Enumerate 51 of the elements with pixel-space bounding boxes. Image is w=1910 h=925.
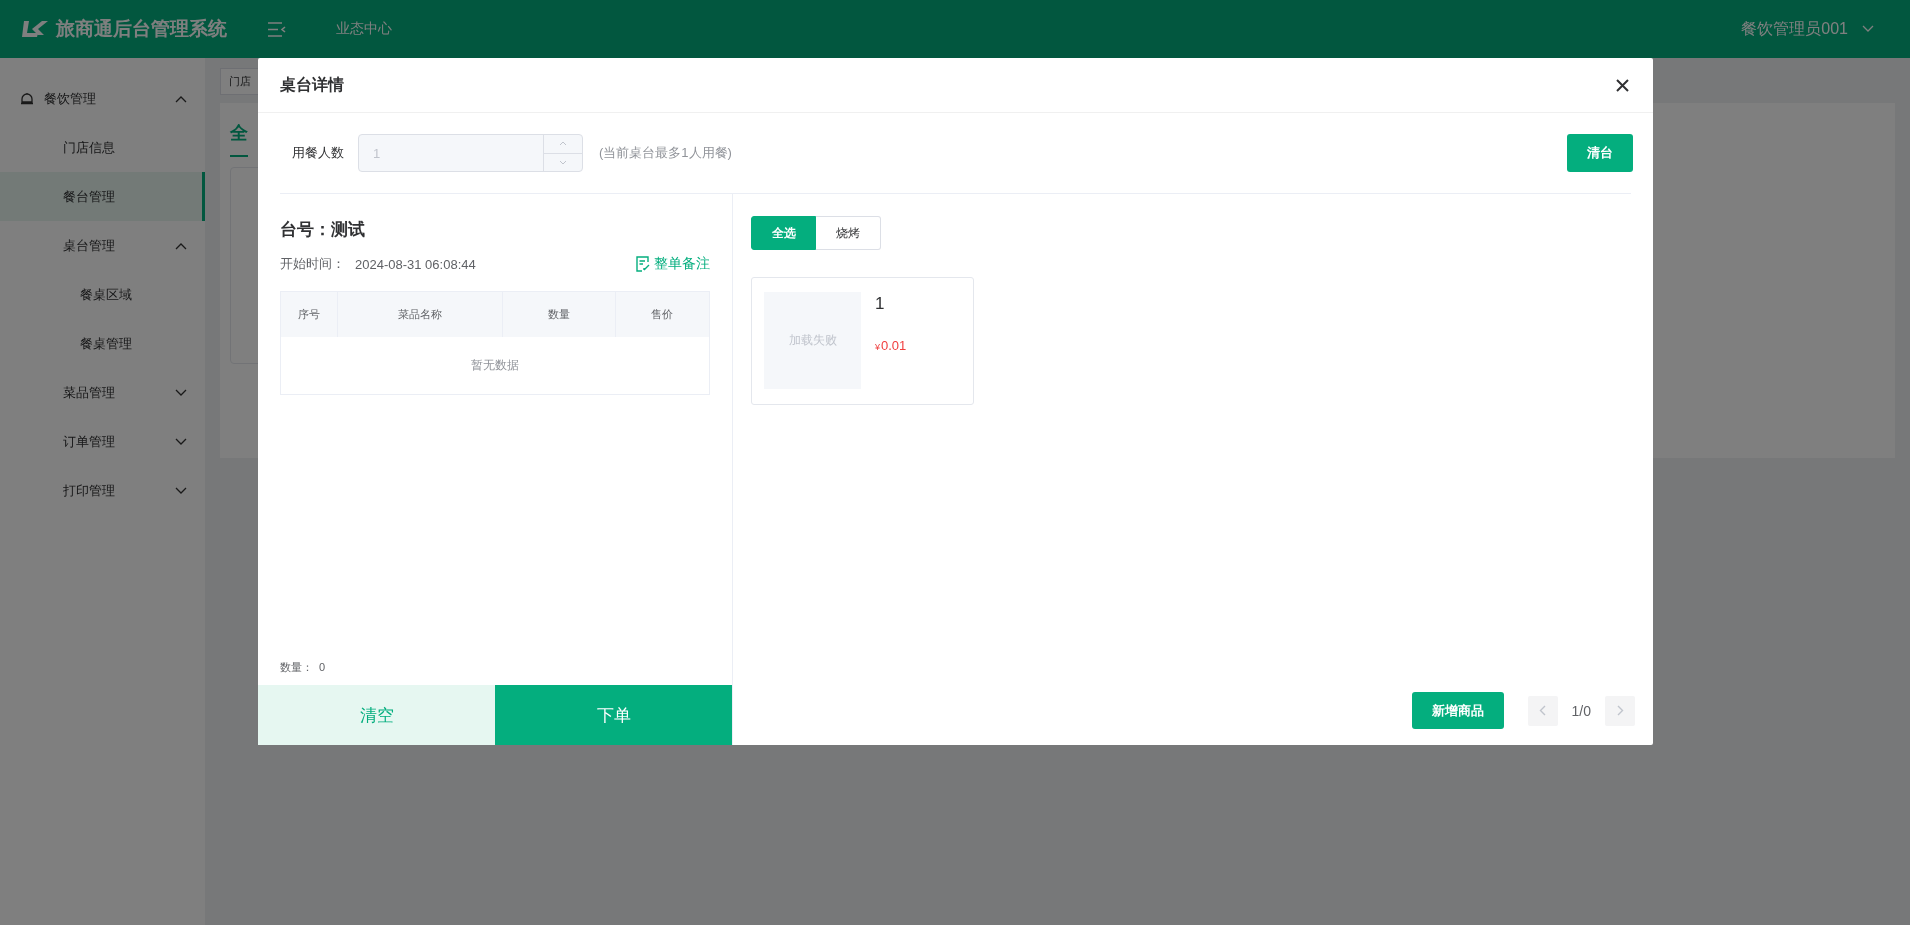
- chevron-icon: [175, 437, 187, 446]
- chevron-icon: [175, 94, 187, 103]
- submit-order-button[interactable]: 下单: [495, 685, 732, 745]
- count-value: 0: [319, 661, 326, 673]
- menu-icon[interactable]: [268, 21, 286, 37]
- chevron-icon: [175, 241, 187, 250]
- decrease-icon[interactable]: [559, 159, 567, 165]
- category-tab[interactable]: 全选: [751, 216, 816, 250]
- page-indicator: 1/0: [1571, 702, 1591, 719]
- next-page-button[interactable]: [1605, 695, 1635, 726]
- product-name: 1: [875, 294, 886, 314]
- increase-icon[interactable]: [559, 141, 567, 147]
- field-label: 用餐人数: [292, 144, 344, 162]
- sidebar-item[interactable]: 菜品管理: [0, 368, 205, 417]
- start-time: 2024-08-31 06:08:44: [355, 256, 476, 272]
- close-button[interactable]: [1614, 76, 1631, 94]
- guest-hint: (当前桌台最多1人用餐): [599, 144, 733, 162]
- sidebar-item[interactable]: 餐桌管理: [0, 319, 205, 368]
- clear-button[interactable]: 清空: [258, 685, 495, 745]
- previous-page-button[interactable]: [1527, 695, 1558, 726]
- sidebar-item[interactable]: 餐台管理: [0, 172, 205, 221]
- bell-icon: [20, 92, 34, 105]
- chevron-icon: [1862, 25, 1874, 33]
- note-icon: [636, 256, 650, 272]
- sidebar-item[interactable]: 餐饮管理: [0, 74, 205, 123]
- sidebar-item[interactable]: 打印管理: [0, 466, 205, 515]
- chevron-icon: [175, 388, 187, 397]
- category-tab[interactable]: 烧烤: [816, 216, 881, 250]
- chevron-icon: [175, 486, 187, 495]
- chevron-right-icon: [1616, 705, 1624, 716]
- column-header: 菜品名称: [338, 291, 503, 337]
- chevron-left-icon: [1539, 705, 1547, 716]
- start-label: 开始时间：: [280, 255, 345, 273]
- column-header: 序号: [280, 291, 338, 337]
- empty-text: 暂无数据: [471, 358, 519, 372]
- app-title: 旅商通后台管理系统: [56, 17, 227, 41]
- breadcrumb-tab[interactable]: 门店: [220, 68, 260, 95]
- count-label: 数量：: [280, 661, 313, 673]
- sidebar-item[interactable]: 餐桌区域: [0, 270, 205, 319]
- sidebar-item[interactable]: 订单管理: [0, 417, 205, 466]
- clear-table-button[interactable]: 清台: [1567, 134, 1633, 172]
- column-header: 数量: [502, 291, 616, 337]
- column-header: 售价: [615, 291, 710, 337]
- dialog-title: 桌台详情: [280, 74, 345, 95]
- add-product-button[interactable]: 新增商品: [1411, 692, 1504, 729]
- logo-icon: [22, 20, 48, 38]
- order-note-link[interactable]: 整单备注: [636, 255, 710, 273]
- sidebar-item[interactable]: 桌台管理: [0, 221, 205, 270]
- table-number: 台号：测试: [280, 219, 366, 241]
- product-price: ¥0.01: [875, 338, 907, 353]
- sidebar-item[interactable]: 门店信息: [0, 123, 205, 172]
